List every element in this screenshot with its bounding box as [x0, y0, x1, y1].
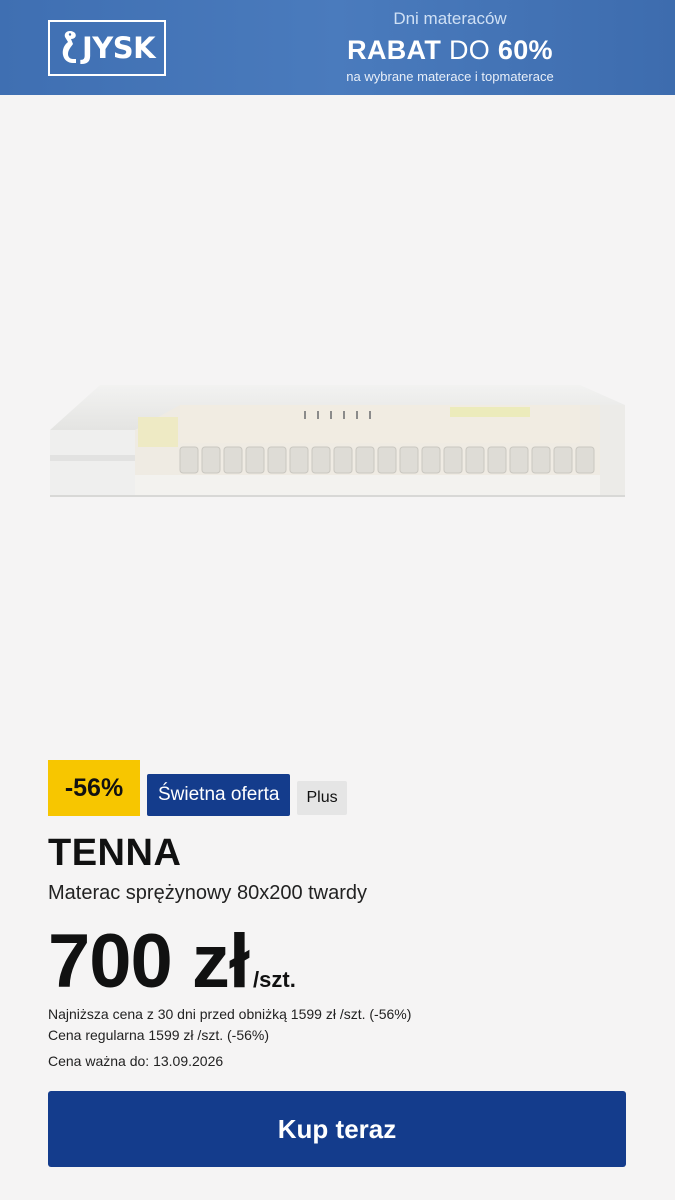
price-unit: /szt.: [253, 967, 296, 992]
product-badges: -56% Świetna oferta Plus: [48, 760, 347, 816]
price-valid-until: Cena ważna do: 13.09.2026: [48, 1053, 224, 1069]
goose-icon: [62, 31, 76, 63]
promo-headline: RABAT DO 60%: [240, 34, 660, 66]
great-offer-badge: Świetna oferta: [147, 774, 291, 816]
promo-banner[interactable]: JYSK Dni materaców RABAT DO 60% na wybra…: [0, 0, 675, 95]
promo-text: Dni materaców RABAT DO 60% na wybrane ma…: [240, 8, 660, 86]
logo-text: JYSK: [82, 30, 156, 65]
plus-badge: Plus: [297, 781, 347, 815]
headline-percent: 60%: [497, 35, 553, 65]
headline-do: DO: [448, 35, 491, 65]
product-description: Materac sprężynowy 80x200 twardy: [48, 882, 368, 904]
discount-badge: -56%: [48, 760, 140, 816]
promo-subline: na wybrane materace i topmaterace: [346, 69, 554, 84]
promo-kicker: Dni materaców: [393, 9, 507, 28]
price-value: 700 zł: [48, 919, 250, 1004]
product-image[interactable]: [0, 95, 675, 735]
lowest-price-note: Najniższa cena z 30 dni przed obniżką 15…: [48, 1006, 412, 1022]
product-price: 700 zł /szt.: [48, 918, 296, 1005]
jysk-logo[interactable]: JYSK: [48, 20, 166, 76]
regular-price-note: Cena regularna 1599 zł /szt. (-56%): [48, 1027, 269, 1043]
buy-now-button[interactable]: Kup teraz: [48, 1091, 626, 1167]
headline-rabat: RABAT: [347, 35, 442, 65]
mattress-illustration: [50, 385, 625, 497]
product-name: TENNA: [48, 832, 182, 874]
